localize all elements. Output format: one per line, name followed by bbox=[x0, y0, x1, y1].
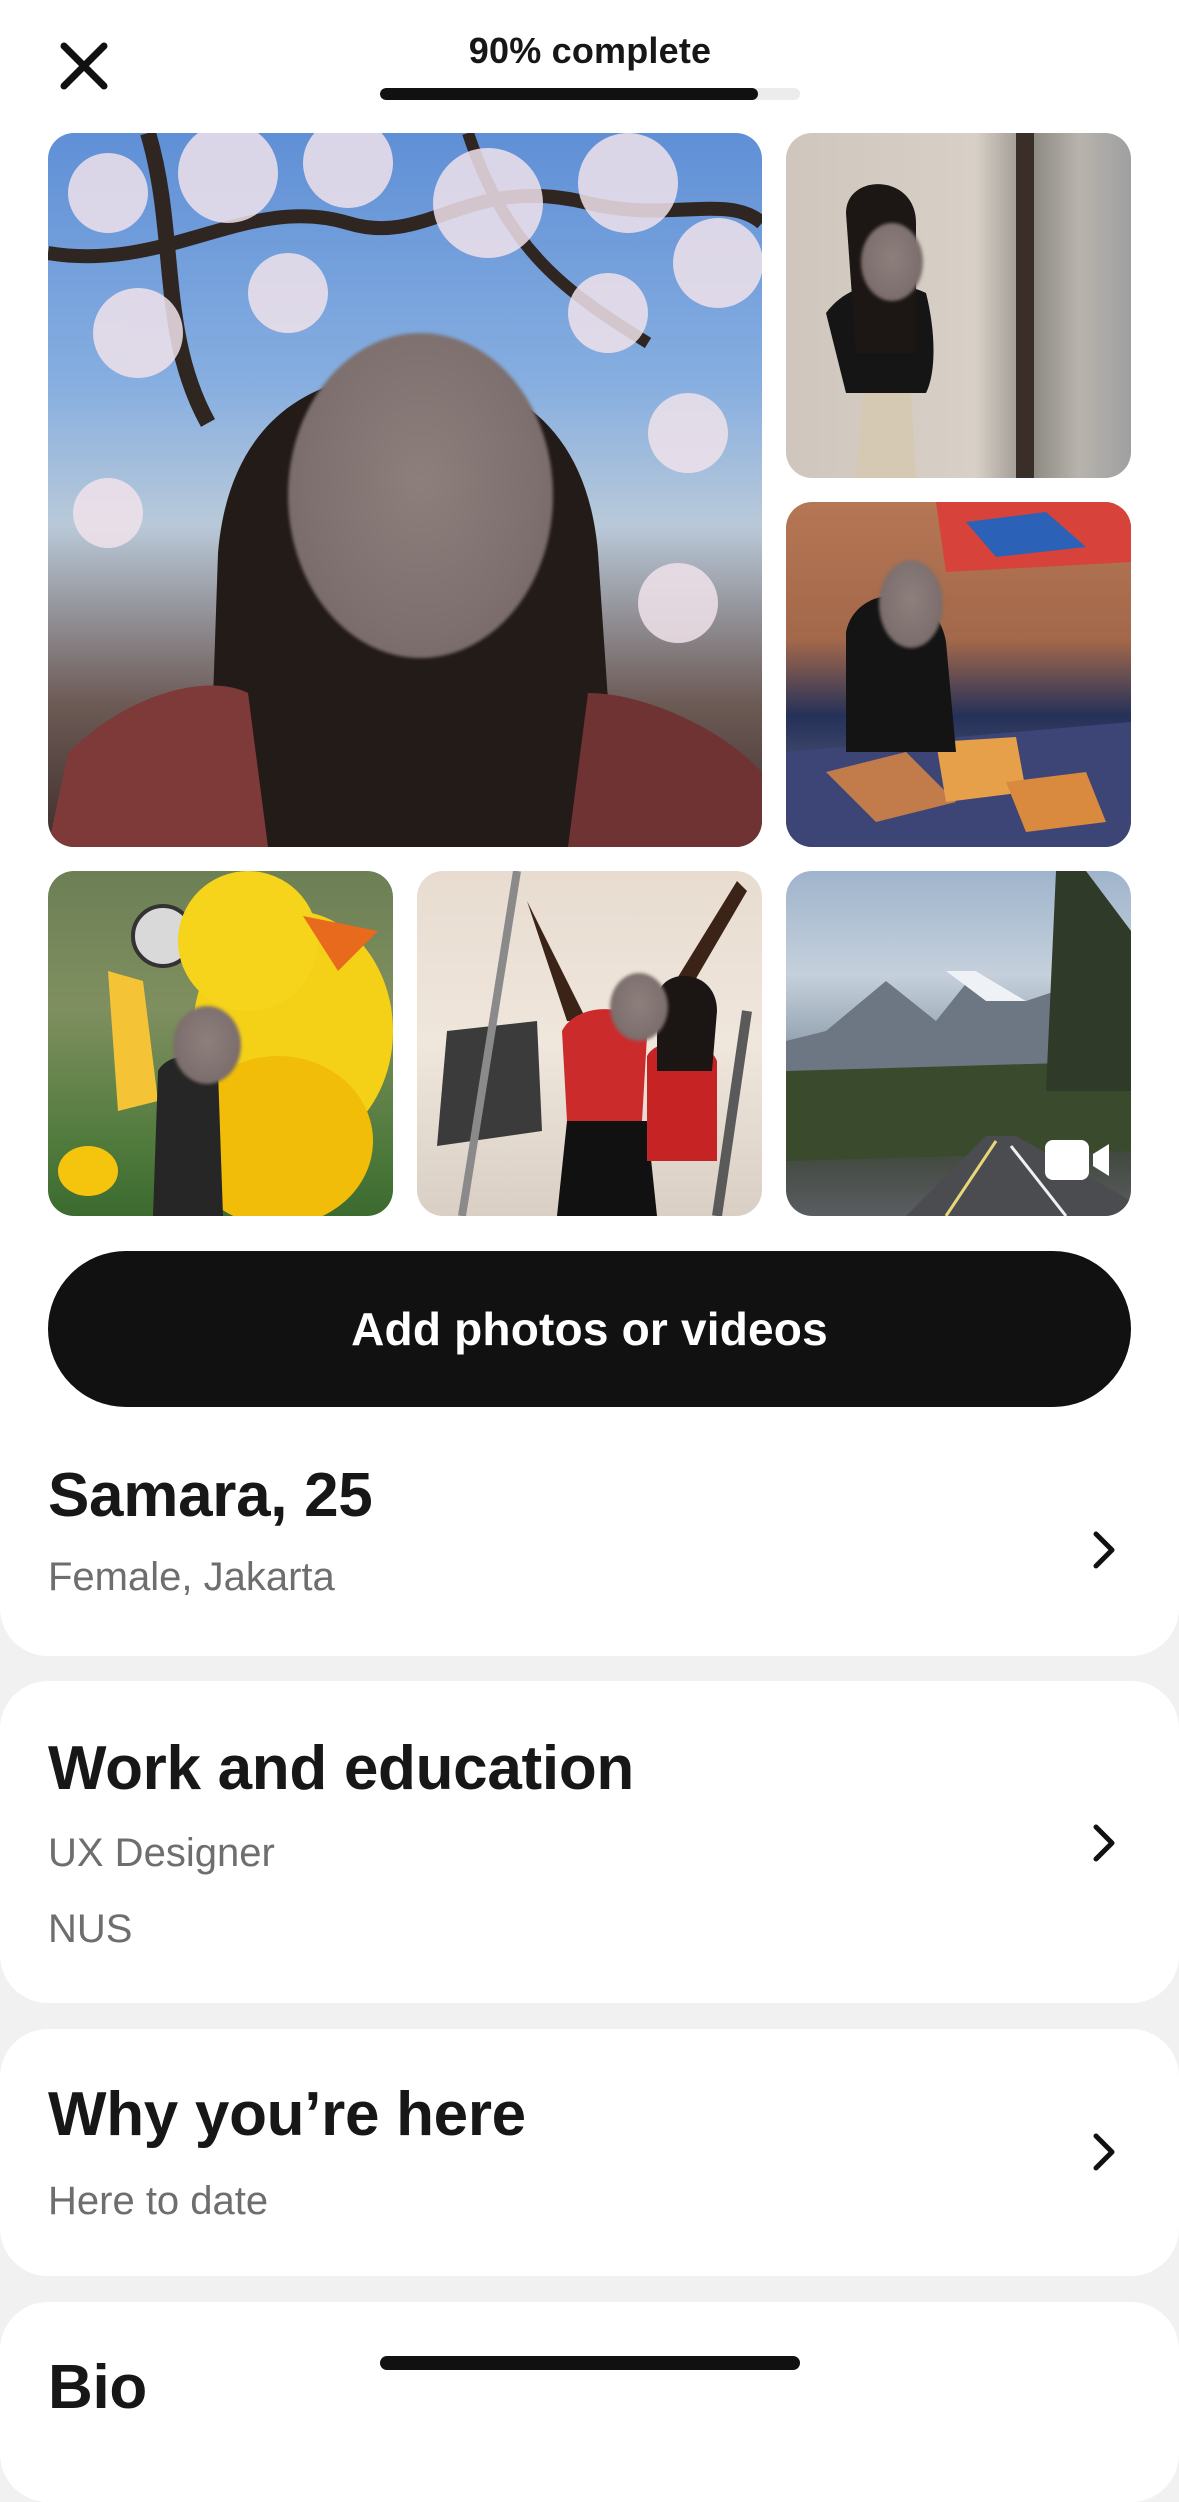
job-title-text: UX Designer bbox=[48, 1831, 275, 1875]
work-and-education-card[interactable]: Work and education UX Designer NUS bbox=[0, 1681, 1179, 2003]
blurred-face bbox=[173, 1006, 241, 1084]
bio-card[interactable]: Bio bbox=[0, 2302, 1179, 2502]
photo-2-image bbox=[826, 133, 1034, 478]
intent-text: Here to date bbox=[48, 2179, 269, 2223]
progress-bar-fill bbox=[380, 88, 758, 100]
why-youre-here-heading: Why you’re here bbox=[48, 2080, 526, 2149]
progress-bar bbox=[380, 88, 800, 100]
add-photos-or-videos-button[interactable]: Add photos or videos bbox=[48, 1251, 1131, 1407]
blurred-face bbox=[879, 560, 943, 648]
chevron-right-icon bbox=[1093, 2133, 1115, 2171]
close-button[interactable] bbox=[50, 32, 118, 100]
photo-3-image bbox=[786, 502, 1131, 847]
bio-heading: Bio bbox=[48, 2353, 147, 2422]
blurred-face bbox=[861, 223, 923, 301]
blurred-face bbox=[288, 333, 553, 658]
photo-1[interactable] bbox=[48, 133, 762, 847]
photo-5-image bbox=[437, 871, 752, 1216]
gender-location-text: Female, Jakarta bbox=[48, 1555, 335, 1599]
video-camera-icon bbox=[1045, 1140, 1109, 1180]
work-and-education-heading: Work and education bbox=[48, 1734, 634, 1803]
photo-2[interactable] bbox=[786, 133, 1131, 478]
progress-label: 90% complete bbox=[468, 30, 712, 71]
close-icon bbox=[60, 42, 108, 90]
home-indicator bbox=[380, 2356, 800, 2370]
photo-5[interactable] bbox=[417, 871, 762, 1216]
photo-4[interactable] bbox=[48, 871, 393, 1216]
chevron-right-icon bbox=[1093, 1531, 1115, 1569]
photo-6[interactable] bbox=[786, 871, 1131, 1216]
why-youre-here-card[interactable]: Why you’re here Here to date bbox=[0, 2029, 1179, 2276]
name-age-heading: Samara, 25 bbox=[48, 1461, 373, 1530]
blurred-face bbox=[610, 973, 668, 1041]
chevron-right-icon bbox=[1093, 1824, 1115, 1862]
basic-info-row[interactable]: Samara, 25 Female, Jakarta bbox=[0, 1440, 1179, 1640]
school-text: NUS bbox=[48, 1907, 133, 1951]
photo-3[interactable] bbox=[786, 502, 1131, 847]
